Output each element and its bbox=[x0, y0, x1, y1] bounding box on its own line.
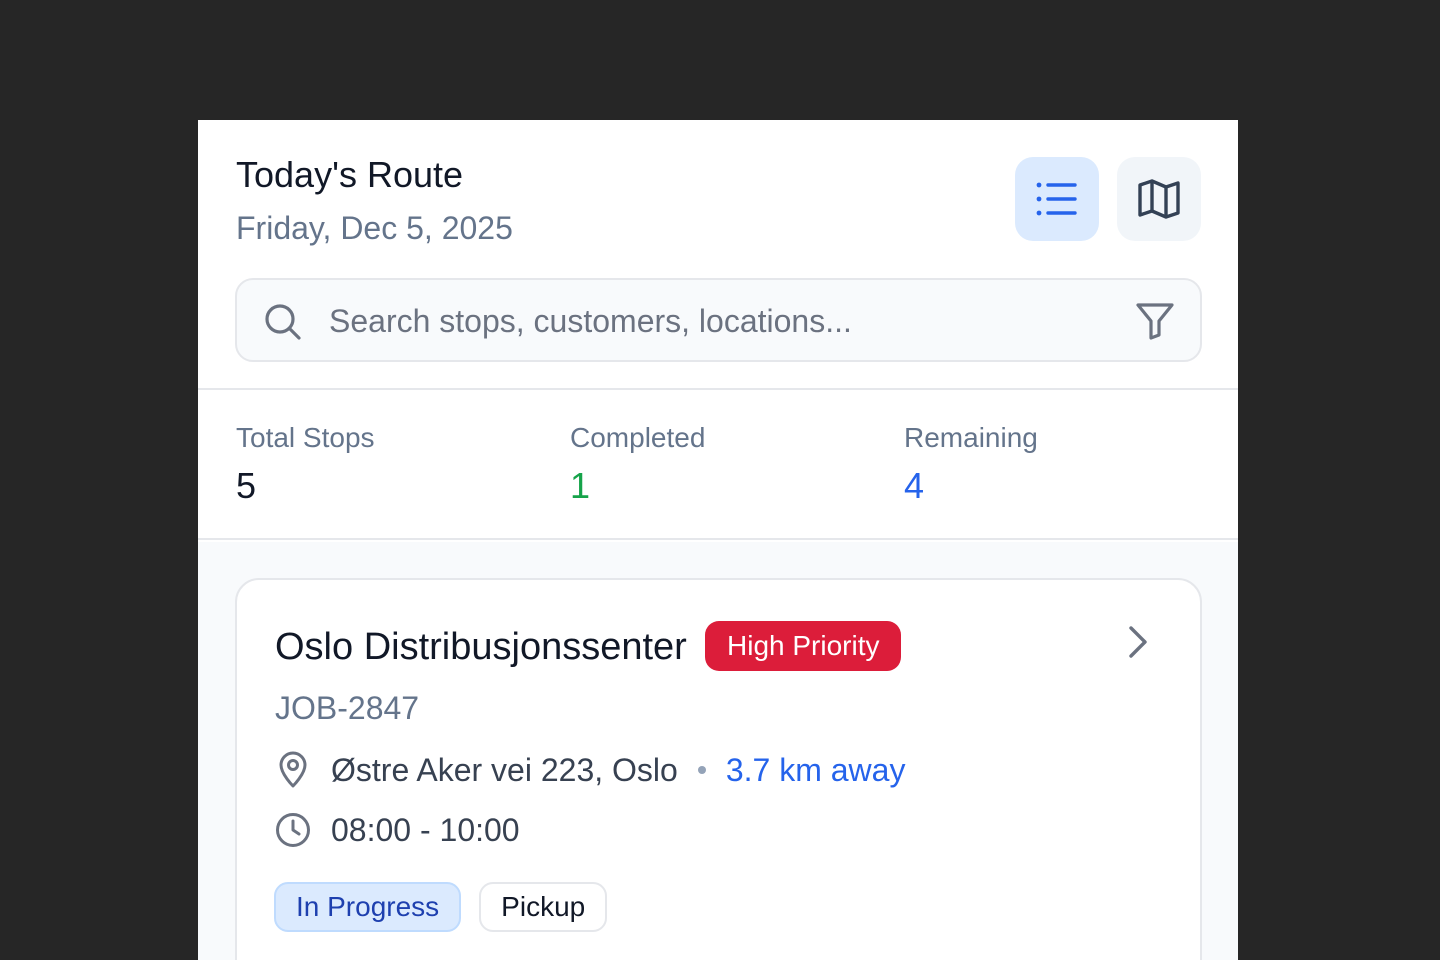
stat-label: Total Stops bbox=[236, 422, 375, 453]
filter-icon[interactable] bbox=[1135, 302, 1175, 340]
stat-value: 1 bbox=[570, 465, 591, 506]
stat-completed: Completed 1 bbox=[570, 420, 705, 508]
stop-tags: In Progress Pickup bbox=[274, 882, 625, 932]
stop-address: Østre Aker vei 223, Oslo bbox=[331, 752, 678, 788]
time-window: 08:00 - 10:00 bbox=[331, 812, 520, 848]
search-bar bbox=[235, 278, 1202, 362]
stat-label: Completed bbox=[570, 422, 706, 453]
stat-value: 5 bbox=[236, 465, 257, 506]
list-view-button[interactable] bbox=[1015, 157, 1099, 241]
time-row: 08:00 - 10:00 bbox=[275, 810, 520, 850]
page-title: Today's Route bbox=[236, 154, 464, 195]
stat-value: 4 bbox=[904, 465, 925, 506]
search-icon bbox=[265, 304, 301, 340]
stat-remaining: Remaining 4 bbox=[904, 420, 1038, 508]
stops-list: Oslo Distribusjonssenter High Priority J… bbox=[198, 542, 1238, 960]
route-stats: Total Stops 5 Completed 1 Remaining 4 bbox=[198, 390, 1238, 540]
search-input[interactable] bbox=[329, 298, 1109, 344]
route-panel: Today's Route Friday, Dec 5, 2025 Search… bbox=[198, 120, 1238, 960]
location-pin-icon bbox=[275, 750, 311, 790]
stop-type-badge: Pickup bbox=[479, 882, 608, 932]
map-view-button[interactable] bbox=[1117, 157, 1201, 241]
map-icon bbox=[1138, 179, 1180, 219]
status-badge: In Progress bbox=[274, 882, 462, 932]
priority-badge: High Priority bbox=[705, 621, 902, 671]
stat-label: Remaining bbox=[904, 422, 1038, 453]
stop-name: Oslo Distribusjonssenter bbox=[275, 626, 687, 668]
route-header: Today's Route Friday, Dec 5, 2025 bbox=[198, 120, 1238, 390]
chevron-right-icon[interactable] bbox=[1125, 624, 1151, 660]
list-icon bbox=[1036, 182, 1077, 216]
separator-dot bbox=[697, 766, 706, 774]
stop-card[interactable]: Oslo Distribusjonssenter High Priority J… bbox=[235, 578, 1202, 960]
route-date: Friday, Dec 5, 2025 bbox=[236, 210, 513, 246]
job-id: JOB-2847 bbox=[275, 690, 420, 726]
stat-total-stops: Total Stops 5 bbox=[236, 420, 375, 508]
clock-icon bbox=[275, 810, 311, 850]
address-row: Østre Aker vei 223, Oslo 3.7 km away bbox=[275, 750, 905, 790]
stop-distance: 3.7 km away bbox=[725, 752, 906, 788]
